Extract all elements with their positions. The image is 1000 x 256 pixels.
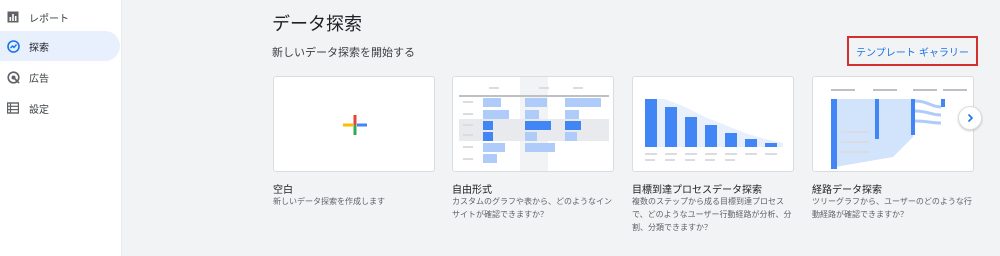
section-subtitle: 新しいデータ探索を開始する [272, 46, 415, 59]
bar-chart-icon [6, 10, 20, 24]
funnel-chart-thumbnail [645, 99, 783, 161]
card-description: 新しいデータ探索を作成します [273, 197, 385, 206]
card-title: 空白 [273, 185, 293, 196]
explore-icon [6, 39, 20, 53]
card-description: ツリーグラフから、ユーザーのどのような行動経路が確認できますか？ [812, 197, 972, 219]
card-title: 経路データ探索 [812, 185, 882, 196]
sidebar-item-label: 設定 [29, 104, 49, 116]
sidebar: レポート 探索 広告 設定 [0, 0, 122, 256]
next-button[interactable] [958, 106, 982, 130]
card-title: 自由形式 [452, 185, 492, 196]
settings-list-icon [6, 101, 20, 115]
template-gallery-button[interactable]: テンプレート ギャラリー [847, 36, 978, 66]
sidebar-item-label: レポート [29, 13, 69, 25]
sidebar-item-label: 広告 [29, 73, 49, 85]
free-form-thumbnail [459, 77, 609, 171]
sidebar-item-explore[interactable]: 探索 [0, 31, 120, 61]
funnel-template-card[interactable] [632, 76, 794, 172]
chevron-right-icon [967, 113, 974, 123]
path-tree-thumbnail [831, 89, 967, 169]
free-form-template-card[interactable] [452, 76, 614, 172]
sidebar-item-reports[interactable]: レポート [0, 2, 120, 32]
sidebar-item-label: 探索 [29, 42, 49, 54]
card-description: カスタムのグラフや表から、どのようなインサイトが確認できますか？ [452, 197, 612, 219]
card-title: 目標到達プロセスデータ探索 [632, 185, 762, 196]
blank-template-card[interactable] [273, 76, 435, 172]
ads-icon [6, 70, 20, 84]
page-title: データ探索 [272, 14, 362, 35]
plus-icon [343, 115, 367, 135]
sidebar-item-ads[interactable]: 広告 [0, 62, 120, 92]
sidebar-item-settings[interactable]: 設定 [0, 93, 120, 123]
main-content: データ探索 新しいデータ探索を開始する テンプレート ギャラリー 空白 新しいデ… [122, 0, 1000, 256]
card-description: 複数のステップから成る目標到達プロセスで、どのようなユーザー行動経路が分析、分割… [632, 197, 792, 232]
path-template-card[interactable] [812, 76, 974, 172]
